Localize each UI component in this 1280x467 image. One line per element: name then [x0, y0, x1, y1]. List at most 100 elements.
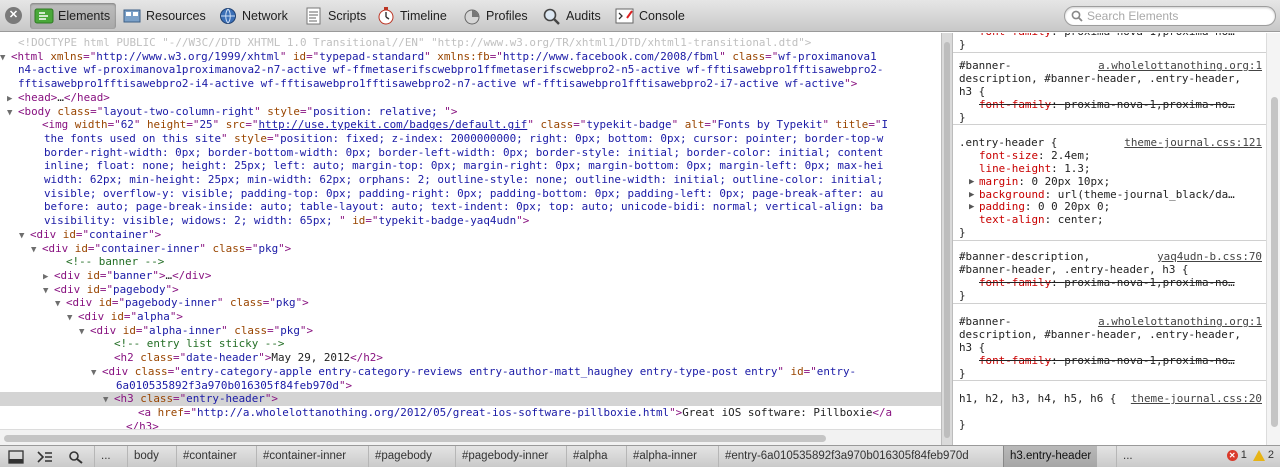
tab-profiles[interactable]: Profiles — [458, 3, 534, 29]
dom-node-line[interactable]: ▶ <head>…</head> — [0, 91, 941, 105]
disclosure-open-icon[interactable]: ▼ — [31, 244, 42, 256]
console-toggle-icon[interactable] — [33, 448, 57, 466]
dom-node-line[interactable]: inline; float: none; height: 25px; left:… — [0, 159, 941, 173]
dom-node-line[interactable]: width: 62px; min-height: 25px; min-width… — [0, 173, 941, 187]
tab-resources[interactable]: Resources — [118, 3, 212, 29]
rule-source-link[interactable]: a.wholelottanothing.org:1 — [1098, 60, 1262, 73]
expand-property-icon[interactable]: ▶ — [969, 176, 974, 189]
css-property[interactable]: ▶ padding: 0 0 20px 0; — [953, 201, 1266, 214]
dom-node-line[interactable]: ▼ <div id="container"> — [0, 228, 941, 242]
css-rule[interactable]: #banner-a.wholelottanothing.org:1 descrip… — [953, 316, 1266, 382]
dom-node-line[interactable]: <img width="62" height="25" src="http://… — [0, 118, 941, 132]
dom-node-line[interactable]: n4-active wf-proximanova1proximanova2-n7… — [0, 63, 941, 77]
rule-source-link[interactable]: theme-journal.css:121 — [1124, 137, 1262, 150]
breadcrumb-item[interactable]: #alpha — [566, 446, 614, 467]
breadcrumb-item[interactable]: #pagebody — [368, 446, 438, 467]
search-field[interactable] — [1064, 6, 1276, 26]
disclosure-open-icon[interactable]: ▼ — [7, 107, 18, 119]
close-icon[interactable]: ✕ — [5, 7, 22, 24]
disclosure-open-icon[interactable]: ▼ — [67, 312, 78, 324]
rule-source-link[interactable]: a.wholelottanothing.org:1 — [1098, 316, 1262, 329]
css-property[interactable]: font-family: proxima-nova-1,proxima-no… — [953, 99, 1266, 112]
css-rule[interactable]: h1, h2, h3, h4, h5, h6 {theme-journal.cs… — [953, 393, 1266, 432]
search-input[interactable] — [1087, 9, 1267, 23]
disclosure-open-icon[interactable]: ▼ — [103, 394, 114, 406]
tab-timeline[interactable]: Timeline — [372, 3, 453, 29]
dom-token[interactable]: http://use.typekit.com/badges/default.gi… — [258, 118, 527, 131]
rule-source-link[interactable]: yaq4udn-b.css:70 — [1157, 251, 1262, 264]
css-property[interactable]: ▶ margin: 0 20px 10px; — [953, 176, 1266, 189]
breadcrumb-item[interactable]: body — [127, 446, 165, 467]
dom-node-line[interactable]: ▶ <div id="banner">…</div> — [0, 269, 941, 283]
css-property[interactable]: font-size: 2.4em; — [953, 150, 1266, 163]
breadcrumb-item[interactable]: ... — [94, 446, 117, 467]
disclosure-open-icon[interactable]: ▼ — [0, 52, 11, 64]
dom-node-line[interactable]: fftisawebpro1fftisawebpro2-i4-active wf-… — [0, 77, 941, 91]
disclosure-open-icon[interactable]: ▼ — [43, 285, 54, 297]
disclosure-open-icon[interactable]: ▼ — [55, 298, 66, 310]
dom-node-line[interactable]: </h3> — [0, 420, 941, 429]
dom-node-line[interactable]: ▼ <body class="layout-two-column-right" s… — [0, 105, 941, 119]
dom-node-line[interactable]: ▼ <div class="entry-category-apple entry-… — [0, 365, 941, 379]
dom-node-line[interactable]: ▼ <div id="pagebody"> — [0, 283, 941, 297]
breadcrumb-item[interactable]: #pagebody-inner — [455, 446, 554, 467]
css-property[interactable]: ▶ background: url(theme-journal_black/da… — [953, 189, 1266, 202]
dom-node-line[interactable]: <!-- banner --> — [0, 255, 941, 269]
css-property[interactable]: font-family: proxima-nova-1,proxima-no… — [953, 277, 1266, 290]
breadcrumb-item[interactable]: #container — [176, 446, 243, 467]
tab-console[interactable]: Console — [611, 3, 691, 29]
scrollbar-thumb[interactable] — [4, 435, 826, 442]
breadcrumb-item[interactable]: #entry-6a010535892f3a970b016305f84feb970… — [718, 446, 975, 467]
breadcrumb-item[interactable]: h3.entry-header — [1003, 446, 1098, 467]
scrollbar-thumb[interactable] — [1271, 97, 1278, 427]
scrollbar-thumb[interactable] — [944, 42, 950, 438]
dom-node-line[interactable]: <a href="http://a.wholelottanothing.org/… — [0, 406, 941, 420]
dom-node-line[interactable]: ▼ <div id="alpha"> — [0, 310, 941, 324]
dom-node-line[interactable]: 6a010535892f3a970b016305f84feb970d"> — [0, 379, 941, 393]
error-counter[interactable]: ✕ 1 2 — [1226, 449, 1274, 461]
css-property[interactable]: line-height: 1.3; — [953, 163, 1266, 176]
horizontal-scrollbar[interactable] — [0, 429, 941, 445]
css-rule[interactable]: #banner-a.wholelottanothing.org:1 descrip… — [953, 60, 1266, 126]
dom-node-line[interactable]: ▼ <div id="container-inner" class="pkg"> — [0, 242, 941, 256]
disclosure-closed-icon[interactable]: ▶ — [43, 271, 54, 283]
styles-scrollbar[interactable] — [1266, 33, 1280, 445]
css-property[interactable]: font-family: proxima-nova-1,proxima-no… — [953, 355, 1266, 368]
dom-tree[interactable]: <!DOCTYPE html PUBLIC "-//W3C//DTD XHTML… — [0, 33, 941, 429]
dom-node-line[interactable]: before: auto; page-break-inside: auto; t… — [0, 200, 941, 214]
pane-splitter[interactable] — [941, 33, 953, 445]
search-icon[interactable] — [64, 448, 88, 466]
dock-icon[interactable] — [4, 448, 28, 466]
dom-node-line[interactable]: <!DOCTYPE html PUBLIC "-//W3C//DTD XHTML… — [0, 36, 941, 50]
dom-node-line[interactable]: ▼ <div id="alpha-inner" class="pkg"> — [0, 324, 941, 338]
dom-node-line[interactable]: visibility: visible; widows: 2; width: 6… — [0, 214, 941, 228]
breadcrumb-item[interactable]: #alpha-inner — [626, 446, 703, 467]
tab-audits[interactable]: Audits — [538, 3, 607, 29]
css-rule[interactable]: .entry-header {theme-journal.css:121 font… — [953, 137, 1266, 242]
css-rule[interactable]: font-family: proxima-nova-1,proxima-no…} — [953, 33, 1266, 53]
disclosure-open-icon[interactable]: ▼ — [91, 367, 102, 379]
dom-node-line[interactable]: ▼ <html xmlns="http://www.w3.org/1999/xht… — [0, 50, 941, 64]
disclosure-open-icon[interactable]: ▼ — [19, 230, 30, 242]
breadcrumb-item[interactable]: ... — [1116, 446, 1139, 467]
dom-token: class — [57, 104, 91, 118]
tab-elements[interactable]: Elements — [30, 3, 117, 29]
disclosure-open-icon[interactable]: ▼ — [79, 326, 90, 338]
dom-node-line[interactable]: ▼ <h3 class="entry-header"> — [0, 392, 941, 406]
expand-property-icon[interactable]: ▶ — [969, 201, 974, 214]
dom-node-line[interactable]: visible; overflow-y: visible; padding-to… — [0, 187, 941, 201]
expand-property-icon[interactable]: ▶ — [969, 189, 974, 202]
dom-node-line[interactable]: <!-- entry list sticky --> — [0, 337, 941, 351]
dom-node-line[interactable]: the fonts used on this site" style="posi… — [0, 132, 941, 146]
tab-network[interactable]: Network — [214, 3, 294, 29]
dom-node-line[interactable]: ▼ <div id="pagebody-inner" class="pkg"> — [0, 296, 941, 310]
rule-source-link[interactable]: theme-journal.css:20 — [1130, 393, 1262, 406]
disclosure-closed-icon[interactable]: ▶ — [7, 93, 18, 105]
tab-scripts[interactable]: Scripts — [300, 3, 372, 29]
dom-token: pkg — [280, 323, 300, 337]
css-property[interactable]: text-align: center; — [953, 214, 1266, 227]
dom-node-line[interactable]: <h2 class="date-header">May 29, 2012</h2… — [0, 351, 941, 365]
dom-node-line[interactable]: border-right-width: 0px; border-bottom-w… — [0, 146, 941, 160]
breadcrumb-item[interactable]: #container-inner — [256, 446, 352, 467]
css-rule[interactable]: #banner-description, yaq4udn-b.css:70 #ban… — [953, 251, 1266, 304]
